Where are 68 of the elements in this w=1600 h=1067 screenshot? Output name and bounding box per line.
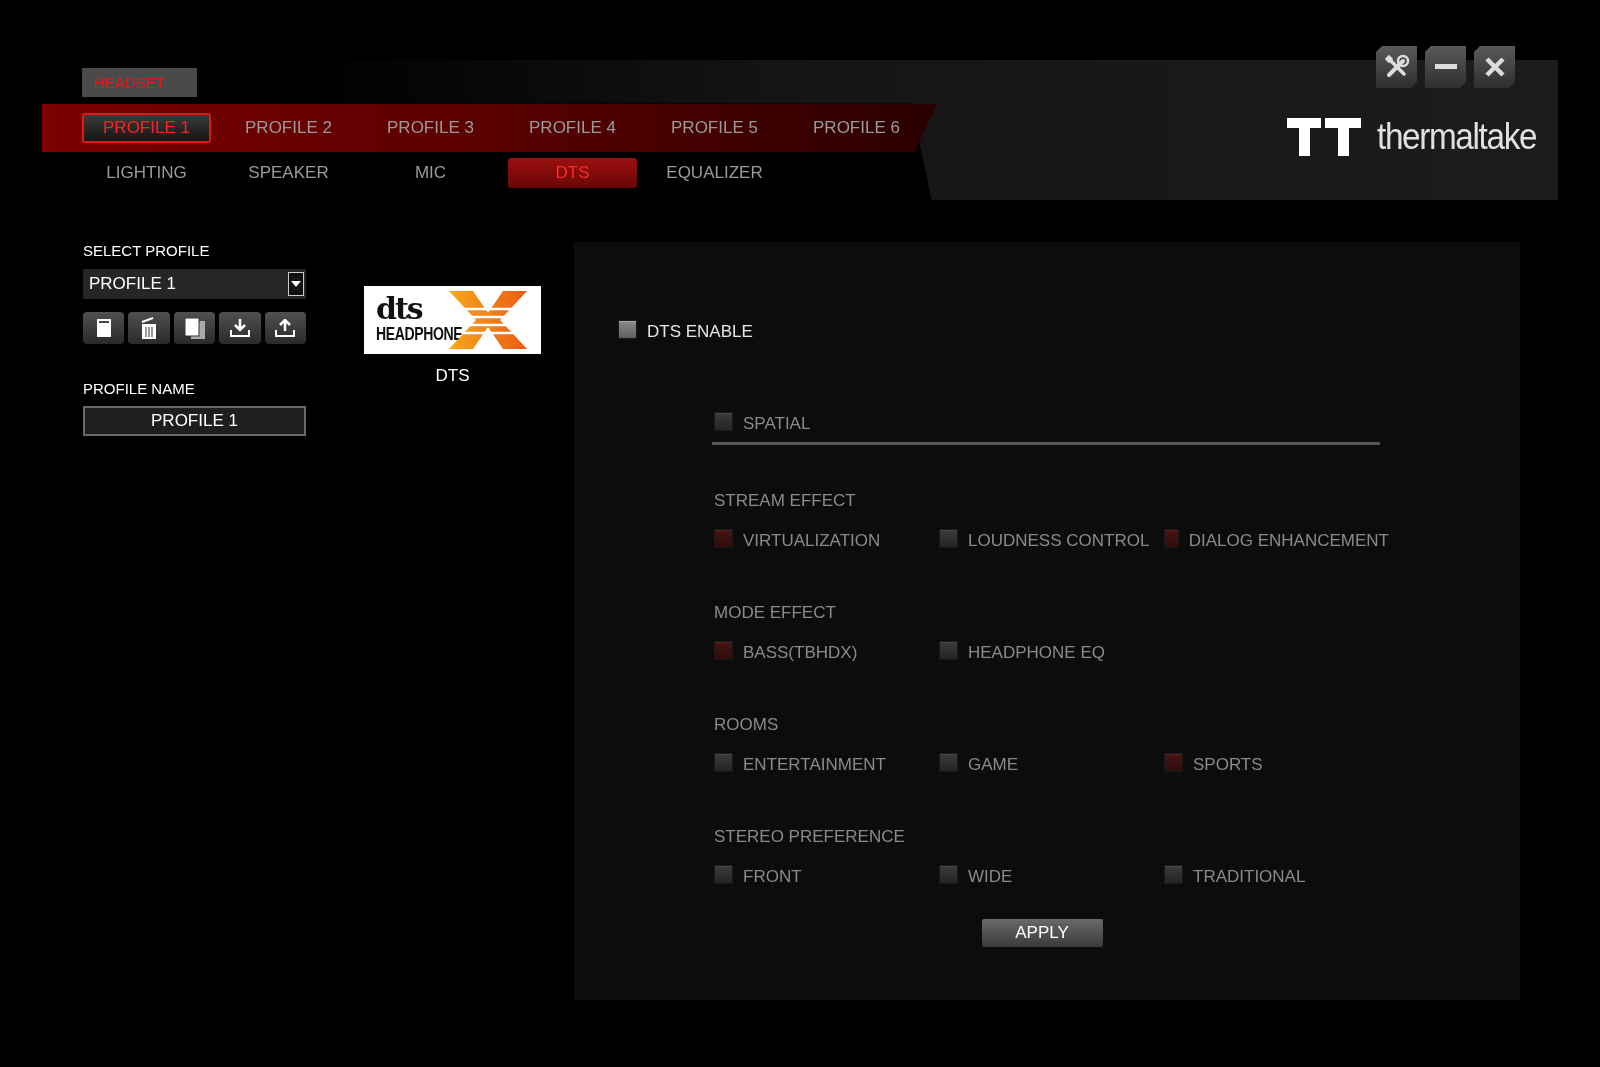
checkbox[interactable]: [714, 864, 733, 884]
group-title: MODE EFFECT: [714, 603, 836, 622]
copy-icon: [184, 317, 205, 339]
profile-tab[interactable]: PROFILE 5: [650, 113, 779, 143]
minimize-icon: [1434, 64, 1457, 70]
save-button[interactable]: [83, 312, 125, 344]
logo-mark-icon: [1287, 118, 1363, 156]
select-profile-label: SELECT PROFILE: [83, 242, 211, 259]
profile-name-label: PROFILE NAME: [83, 380, 196, 397]
minimize-button[interactable]: [1425, 46, 1466, 88]
checkbox-label: SPATIAL: [743, 414, 811, 434]
checkbox[interactable]: [939, 640, 958, 660]
section-tab[interactable]: EQUALIZER: [650, 158, 779, 188]
checkbox-label: HEADPHONE EQ: [968, 643, 1105, 663]
profile-tab[interactable]: PROFILE 1: [82, 113, 211, 143]
checkbox-label: GAME: [968, 755, 1019, 775]
checkbox[interactable]: [618, 319, 637, 339]
brand-wordmark: thermaltake: [1377, 116, 1537, 158]
profile-tab[interactable]: PROFILE 4: [508, 113, 637, 143]
settings-button[interactable]: [1376, 46, 1417, 88]
section-tab[interactable]: LIGHTING: [82, 158, 211, 188]
dropdown-value: PROFILE 1: [89, 274, 176, 294]
logo-subtitle: HEADPHONE: [376, 323, 463, 345]
logo-wordmark: dts: [376, 295, 424, 322]
group-title: ROOMS: [714, 715, 779, 734]
profile-dropdown[interactable]: PROFILE 1: [83, 269, 306, 299]
export-button[interactable]: [264, 312, 307, 344]
checkbox-label: LOUDNESS CONTROL: [968, 531, 1150, 551]
checkbox-label: DIALOG ENHANCEMENT: [1188, 531, 1389, 551]
profile-tab[interactable]: PROFILE 6: [792, 113, 921, 143]
checkbox-label: TRADITIONAL: [1193, 867, 1306, 887]
checkbox[interactable]: [939, 752, 958, 772]
checkbox[interactable]: [939, 864, 958, 884]
checkbox-label: ENTERTAINMENT: [743, 755, 886, 775]
upload-icon: [275, 319, 296, 337]
checkbox[interactable]: [714, 528, 733, 548]
close-button[interactable]: [1474, 46, 1515, 88]
apply-button[interactable]: APPLY: [981, 919, 1103, 947]
group-title: STEREO PREFERENCE: [714, 827, 905, 846]
import-button[interactable]: [219, 312, 261, 344]
checkbox-label: DTS ENABLE: [647, 322, 753, 342]
checkbox[interactable]: [1164, 864, 1183, 884]
profile-tab[interactable]: PROFILE 3: [366, 113, 495, 143]
profile-name-field[interactable]: PROFILE 1: [83, 406, 306, 436]
copy-button[interactable]: [173, 312, 216, 344]
checkbox-label: FRONT: [743, 867, 802, 887]
checkbox-label: VIRTUALIZATION: [743, 531, 881, 551]
dts-caption: DTS: [435, 366, 470, 386]
close-icon: [1483, 56, 1506, 78]
document-icon: [96, 319, 111, 337]
checkbox-label: BASS(TBHDX): [743, 643, 858, 663]
checkbox[interactable]: [939, 528, 958, 548]
group-title: STREAM EFFECT: [714, 491, 856, 510]
checkbox[interactable]: [714, 752, 733, 772]
checkbox[interactable]: [1164, 752, 1183, 772]
delete-button[interactable]: [128, 312, 170, 344]
section-tab[interactable]: SPEAKER: [224, 158, 353, 188]
checkbox[interactable]: [714, 640, 733, 660]
profile-tab[interactable]: PROFILE 2: [224, 113, 353, 143]
checkbox-label: SPORTS: [1193, 755, 1263, 775]
trash-icon: [141, 317, 158, 339]
download-icon: [229, 319, 250, 337]
section-tab[interactable]: MIC: [366, 158, 495, 188]
caret-icon: [291, 281, 301, 287]
checkbox[interactable]: [714, 411, 733, 431]
checkbox-label: WIDE: [968, 867, 1013, 887]
tools-icon: [1383, 54, 1410, 80]
checkbox[interactable]: [1164, 528, 1179, 548]
